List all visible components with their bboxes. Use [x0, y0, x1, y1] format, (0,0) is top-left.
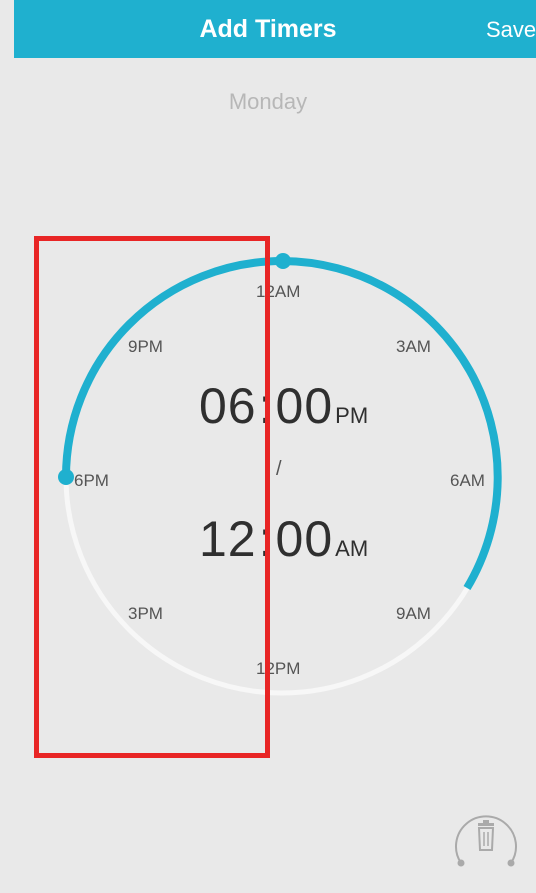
hour-label-3am: 3AM: [396, 337, 431, 356]
start-ampm: PM: [335, 403, 369, 428]
hour-label-6am: 6AM: [450, 471, 485, 490]
end-ampm: AM: [335, 536, 369, 561]
end-minutes: 00: [275, 511, 334, 567]
start-minutes: 00: [275, 378, 334, 434]
hour-label-9am: 9AM: [396, 604, 431, 623]
highlight-box: [34, 236, 270, 758]
end-time-handle[interactable]: [275, 253, 291, 269]
time-separator: /: [276, 458, 282, 480]
trash-icon[interactable]: [451, 805, 521, 875]
add-timers-screen: Add Timers Save Monday 12AM 3AM 6AM 9AM …: [0, 0, 536, 893]
